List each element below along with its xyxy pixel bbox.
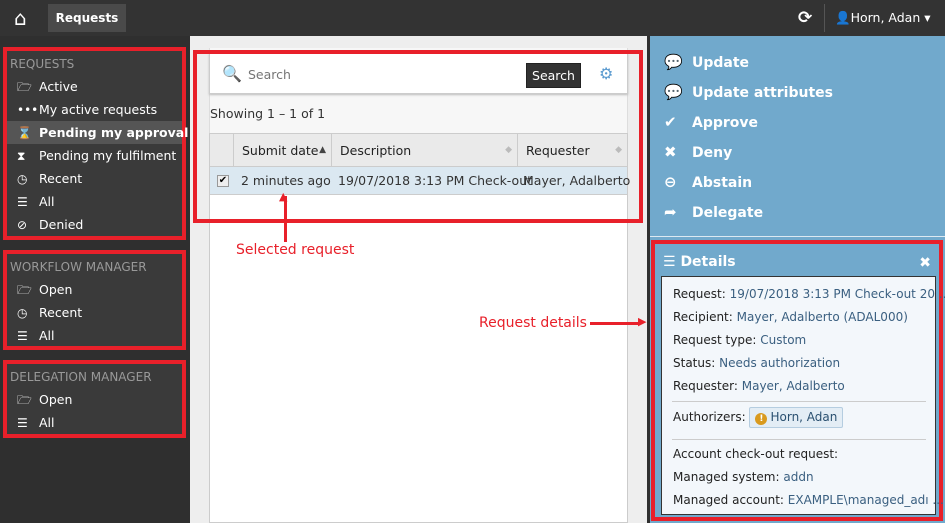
list-icon: ☰	[663, 254, 676, 270]
section-title: REQUESTS	[10, 57, 75, 71]
warning-icon: !	[755, 413, 768, 425]
detail-request: Request: 19/07/2018 3:13 PM Check-out 20…	[673, 287, 945, 301]
hourglass-icon: ⧗	[17, 149, 26, 163]
annotation-request-details: Request details	[479, 315, 587, 331]
detail-managed-system: Managed system: addn	[673, 470, 814, 484]
annotation-arrow	[590, 322, 640, 325]
clock-icon: ◷	[17, 306, 28, 320]
section-title: DELEGATION MANAGER	[10, 370, 152, 384]
action-update-attributes[interactable]: 💬 Update attributes	[664, 83, 833, 101]
home-icon[interactable]: ⌂	[14, 7, 40, 29]
sidebar-item-workflow-open[interactable]: 🗁 Open	[7, 278, 182, 301]
details-panel: ☰ Details ✖ Request: 19/07/2018 3:13 PM …	[651, 240, 945, 521]
annotation-selected-request: Selected request	[236, 242, 355, 258]
label: Update	[692, 55, 750, 71]
sidebar-item-my-active-requests[interactable]: •••My active requests	[7, 98, 182, 121]
clock-icon: ◷	[17, 172, 28, 186]
user-icon: 👤	[835, 10, 851, 25]
action-update[interactable]: 💬 Update	[664, 53, 749, 71]
label: All	[39, 194, 55, 209]
label: Deny	[692, 145, 733, 161]
label: All	[39, 328, 55, 343]
detail-checkout-heading: Account check-out request:	[673, 447, 839, 461]
detail-request-type: Request type: Custom	[673, 333, 807, 347]
ellipsis-icon: •••	[17, 103, 39, 117]
list-icon: ☰	[17, 416, 28, 430]
folder-open-icon: 🗁	[17, 393, 32, 407]
tab-requests[interactable]: Requests	[48, 4, 126, 32]
action-delegate[interactable]: ➦ Delegate	[664, 203, 763, 221]
sidebar-item-recent[interactable]: ◷ Recent	[7, 167, 182, 190]
divider	[824, 4, 825, 32]
divider	[672, 401, 926, 402]
refresh-icon[interactable]: ⟳	[798, 8, 812, 28]
sidebar-item-pending-my-approval[interactable]: ⌛ Pending my approval	[7, 121, 188, 144]
folder-open-icon: 🗁	[17, 283, 32, 297]
x-icon: ✖	[664, 143, 677, 161]
close-icon[interactable]: ✖	[919, 255, 931, 271]
arrow-head-icon: ▶	[638, 315, 647, 328]
action-approve[interactable]: ✔ Approve	[664, 113, 758, 131]
detail-managed-account: Managed account: EXAMPLE\managed_adı ...	[673, 493, 944, 507]
label: Open	[39, 392, 73, 407]
detail-recipient: Recipient: Mayer, Adalberto (ADAL000)	[673, 310, 908, 324]
section-title: WORKFLOW MANAGER	[10, 260, 147, 274]
detail-authorizers: Authorizers: ! Horn, Adan	[673, 407, 844, 428]
list-icon: ☰	[17, 195, 28, 209]
sidebar: REQUESTS 🗁 Active •••My active requests ⌛…	[0, 36, 190, 523]
caret-down-icon: ▾	[924, 10, 931, 25]
sidebar-item-active[interactable]: 🗁 Active	[7, 75, 182, 98]
sidebar-item-delegation-all[interactable]: ☰ All	[7, 411, 182, 434]
sidebar-item-delegation-open[interactable]: 🗁 Open	[7, 388, 182, 411]
divider	[650, 236, 945, 237]
action-deny[interactable]: ✖ Deny	[664, 143, 732, 161]
label: All	[39, 415, 55, 430]
detail-status: Status: Needs authorization	[673, 356, 841, 370]
hourglass-empty-icon: ⌛	[17, 126, 32, 140]
details-header: ☰ Details	[663, 254, 736, 270]
minus-circle-icon: ⊖	[664, 173, 677, 191]
label: Abstain	[692, 175, 753, 191]
sidebar-item-pending-my-fulfilment[interactable]: ⧗ Pending my fulfilment	[7, 144, 182, 167]
workflow-section: WORKFLOW MANAGER 🗁 Open ◷ Recent ☰ All	[3, 250, 186, 350]
label: Approve	[692, 115, 759, 131]
detail-requester: Requester: Mayer, Adalberto	[673, 379, 845, 393]
delegation-section: DELEGATION MANAGER 🗁 Open ☰ All	[3, 360, 186, 438]
comment-icon: 💬	[664, 83, 683, 101]
share-icon: ➦	[664, 203, 677, 221]
label: Pending my approval	[39, 125, 189, 140]
user-menu[interactable]: 👤Horn, Adan ▾	[835, 10, 931, 26]
details-title: Details	[680, 254, 736, 270]
comment-icon: 💬	[664, 53, 683, 71]
authorizer-badge[interactable]: ! Horn, Adan	[749, 407, 844, 428]
requests-section: REQUESTS 🗁 Active •••My active requests ⌛…	[3, 47, 188, 240]
list-icon: ☰	[17, 329, 28, 343]
user-name: Horn, Adan	[850, 10, 921, 25]
label: Recent	[39, 305, 83, 320]
top-bar: ⌂ Requests ⟳ 👤Horn, Adan ▾	[0, 0, 945, 36]
label: Pending my fulfilment	[39, 148, 177, 163]
ban-icon: ⊘	[17, 218, 28, 232]
label: Denied	[39, 217, 84, 232]
folder-open-icon: 🗁	[17, 80, 32, 94]
sidebar-item-workflow-recent[interactable]: ◷ Recent	[7, 301, 182, 324]
check-icon: ✔	[664, 113, 677, 131]
label: Delegate	[692, 205, 764, 221]
label: Open	[39, 282, 73, 297]
sidebar-item-workflow-all[interactable]: ☰ All	[7, 324, 182, 347]
annotation-box	[193, 50, 643, 223]
label: Active	[39, 79, 78, 94]
details-body: Request: 19/07/2018 3:13 PM Check-out 20…	[661, 276, 945, 515]
label: Update attributes	[692, 85, 833, 101]
arrow-head-icon: ▲	[279, 190, 288, 203]
sidebar-item-denied[interactable]: ⊘ Denied	[7, 213, 182, 236]
sidebar-item-all[interactable]: ☰ All	[7, 190, 182, 213]
action-abstain[interactable]: ⊖ Abstain	[664, 173, 752, 191]
label: My active requests	[39, 102, 158, 117]
divider	[672, 439, 926, 440]
label: Recent	[39, 171, 83, 186]
